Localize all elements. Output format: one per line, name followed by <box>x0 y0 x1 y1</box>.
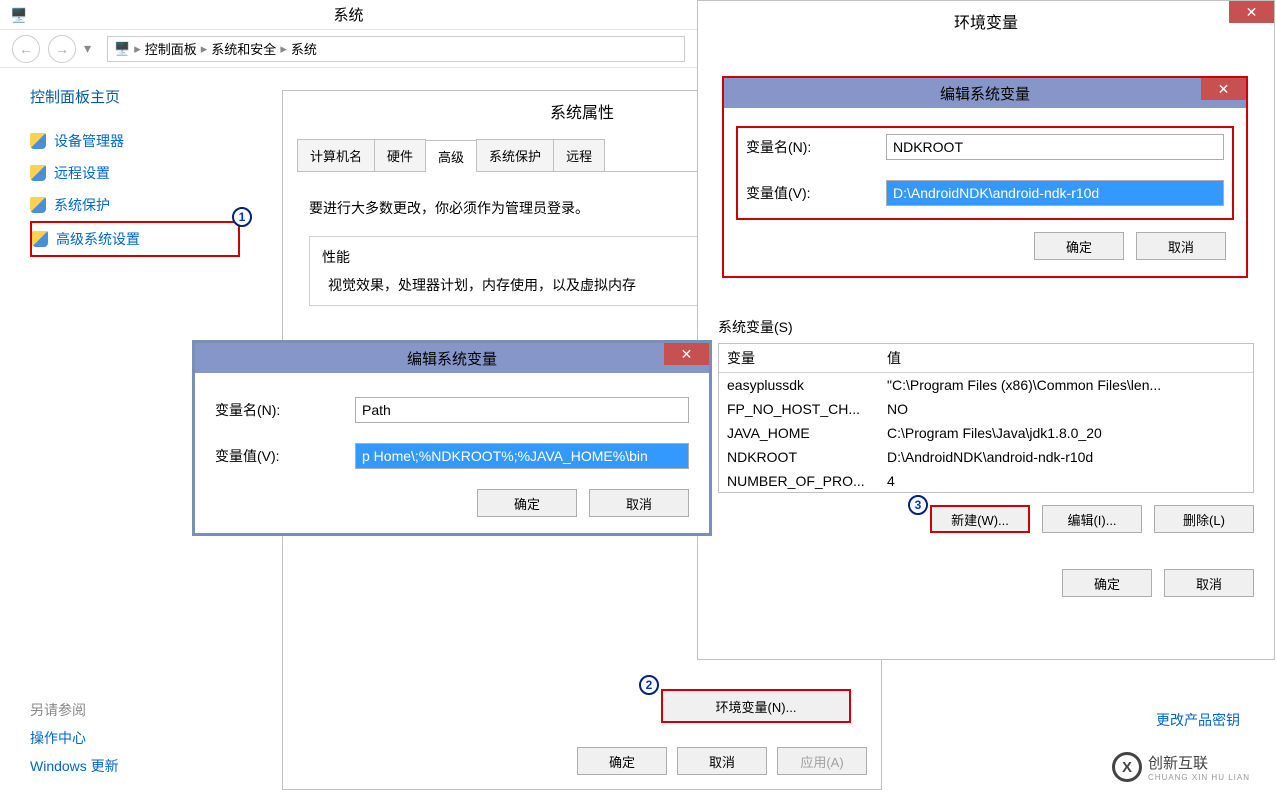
marker-3: 3 <box>908 495 928 515</box>
var-name-label: 变量名(N): <box>215 400 355 420</box>
var-value-input[interactable] <box>355 443 689 469</box>
change-product-key-link[interactable]: 更改产品密钥 <box>1156 710 1240 730</box>
tab-protection[interactable]: 系统保护 <box>476 139 554 171</box>
close-button[interactable]: ✕ <box>1229 1 1274 23</box>
shield-icon <box>30 197 46 213</box>
close-button[interactable]: ✕ <box>664 343 709 365</box>
action-center-link[interactable]: 操作中心 <box>30 724 119 752</box>
forward-button[interactable]: → <box>48 35 76 63</box>
cancel-button[interactable]: 取消 <box>1164 569 1254 597</box>
var-value-input[interactable] <box>886 180 1224 206</box>
dialog-title: 环境变量 <box>698 1 1274 41</box>
breadcrumb[interactable]: 🖥️▸ 控制面板▸ 系统和安全▸ 系统 <box>107 36 685 62</box>
logo-icon: X <box>1112 752 1142 782</box>
cancel-button[interactable]: 取消 <box>677 747 767 775</box>
apply-button[interactable]: 应用(A) <box>777 747 867 775</box>
table-row: NDKROOTD:\AndroidNDK\android-ndk-r10d <box>719 445 1253 469</box>
table-row: NUMBER_OF_PRO...4 <box>719 469 1253 493</box>
var-value-label: 变量值(V): <box>746 183 886 203</box>
sidebar-item-device-manager[interactable]: 设备管理器 <box>30 125 240 157</box>
tab-computer-name[interactable]: 计算机名 <box>297 139 375 171</box>
dialog-title: 编辑系统变量 <box>940 83 1030 104</box>
edit-var-dialog-path: 5 编辑系统变量 ✕ 变量名(N): 变量值(V): 确定 取消 <box>192 340 712 536</box>
edit-var-dialog-ndkroot: 4 编辑系统变量 ✕ 变量名(N): 变量值(V): 确定 取消 <box>722 76 1248 278</box>
window-title: 系统 <box>333 4 363 25</box>
windows-update-link[interactable]: Windows 更新 <box>30 752 119 780</box>
sidebar-heading: 控制面板主页 <box>30 86 240 107</box>
breadcrumb-item[interactable]: 系统和安全 <box>211 39 276 58</box>
var-name-label: 变量名(N): <box>746 137 886 157</box>
cancel-button[interactable]: 取消 <box>1136 232 1226 260</box>
history-dropdown-icon[interactable]: ▾ <box>84 40 91 57</box>
dialog-title: 编辑系统变量 <box>407 348 497 369</box>
back-button[interactable]: ← <box>12 35 40 63</box>
system-vars-label: 系统变量(S) <box>718 317 1254 337</box>
edit-button[interactable]: 编辑(I)... <box>1042 505 1142 533</box>
shield-icon <box>30 165 46 181</box>
var-value-label: 变量值(V): <box>215 446 355 466</box>
cancel-button[interactable]: 取消 <box>589 489 689 517</box>
var-name-input[interactable] <box>355 397 689 423</box>
tab-hardware[interactable]: 硬件 <box>374 139 426 171</box>
system-vars-table[interactable]: 变量 值 easyplussdk"C:\Program Files (x86)\… <box>718 343 1254 493</box>
sidebar-item-remote[interactable]: 远程设置 <box>30 157 240 189</box>
table-row: easyplussdk"C:\Program Files (x86)\Commo… <box>719 373 1253 398</box>
ok-button[interactable]: 确定 <box>577 747 667 775</box>
tab-advanced[interactable]: 高级 <box>425 140 477 172</box>
sidebar-item-advanced[interactable]: 高级系统设置 1 <box>30 221 240 257</box>
tab-remote[interactable]: 远程 <box>553 139 605 171</box>
ok-button[interactable]: 确定 <box>1062 569 1152 597</box>
table-row: FP_NO_HOST_CH...NO <box>719 397 1253 421</box>
breadcrumb-item[interactable]: 系统 <box>291 39 317 58</box>
env-vars-button[interactable]: 环境变量(N)... <box>661 689 851 723</box>
see-also-header: 另请参阅 <box>30 696 119 724</box>
var-name-input[interactable] <box>886 134 1224 160</box>
sidebar-item-protection[interactable]: 系统保护 <box>30 189 240 221</box>
close-button[interactable]: ✕ <box>1201 78 1246 100</box>
brand-logo: X 创新互联 CHUANG XIN HU LIAN <box>1112 752 1250 782</box>
breadcrumb-item[interactable]: 控制面板 <box>145 39 197 58</box>
shield-icon <box>30 133 46 149</box>
table-row: JAVA_HOMEC:\Program Files\Java\jdk1.8.0_… <box>719 421 1253 445</box>
ok-button[interactable]: 确定 <box>1034 232 1124 260</box>
marker-1: 1 <box>232 207 252 227</box>
new-button[interactable]: 新建(W)... <box>930 505 1030 533</box>
marker-2: 2 <box>639 675 659 695</box>
see-also-section: 另请参阅 操作中心 Windows 更新 <box>30 696 119 780</box>
ok-button[interactable]: 确定 <box>477 489 577 517</box>
shield-icon <box>32 231 48 247</box>
delete-button[interactable]: 删除(L) <box>1154 505 1254 533</box>
